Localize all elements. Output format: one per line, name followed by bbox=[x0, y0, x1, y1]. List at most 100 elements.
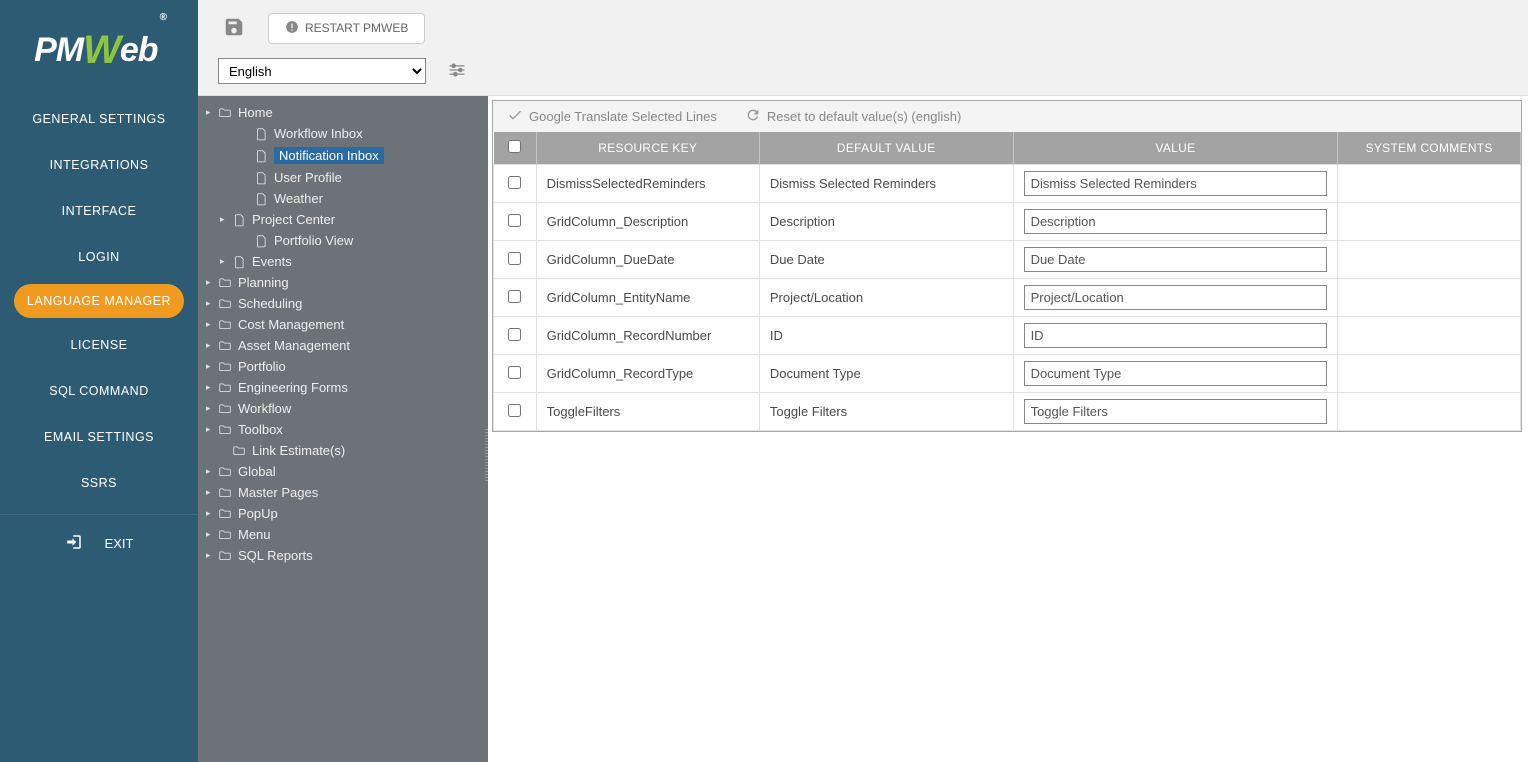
cell-value bbox=[1013, 393, 1338, 431]
tree-node-notification-inbox[interactable]: Notification Inbox bbox=[198, 144, 488, 167]
nav-item-general-settings[interactable]: GENERAL SETTINGS bbox=[0, 96, 198, 142]
header-resource-key[interactable]: RESOURCE KEY bbox=[536, 132, 759, 165]
restart-pmweb-button[interactable]: RESTART PMWEB bbox=[268, 13, 425, 44]
resizer-handle[interactable] bbox=[485, 429, 488, 483]
tree-node-engineering-forms[interactable]: ▸Engineering Forms bbox=[198, 377, 488, 398]
tree-node-link-estimate-s-[interactable]: Link Estimate(s) bbox=[198, 440, 488, 461]
row-checkbox[interactable] bbox=[508, 290, 521, 303]
cell-resource-key: GridColumn_RecordNumber bbox=[536, 317, 759, 355]
tree-node-master-pages[interactable]: ▸ Master Pages bbox=[198, 482, 488, 503]
tree-node-portfolio[interactable]: ▸Portfolio bbox=[198, 356, 488, 377]
folder-icon bbox=[218, 402, 232, 416]
nav-item-sql-command[interactable]: SQL COMMAND bbox=[0, 368, 198, 414]
row-checkbox[interactable] bbox=[508, 252, 521, 265]
header-value[interactable]: VALUE bbox=[1013, 132, 1338, 165]
value-input[interactable] bbox=[1024, 361, 1328, 386]
cell-default-value: Toggle Filters bbox=[759, 393, 1013, 431]
tree-label: SQL Reports bbox=[238, 548, 313, 563]
tree-label: Engineering Forms bbox=[238, 380, 348, 395]
alert-icon bbox=[285, 20, 299, 37]
header-default-value[interactable]: DEFAULT VALUE bbox=[759, 132, 1013, 165]
tree-label: Portfolio bbox=[238, 359, 286, 374]
row-checkbox[interactable] bbox=[508, 214, 521, 227]
row-checkbox[interactable] bbox=[508, 366, 521, 379]
file-icon bbox=[254, 171, 268, 185]
grid-row: GridColumn_RecordTypeDocument Type bbox=[494, 355, 1521, 393]
logo-w: W bbox=[83, 28, 120, 73]
folder-icon bbox=[218, 297, 232, 311]
cell-system-comments bbox=[1338, 393, 1521, 431]
nav-item-license[interactable]: LICENSE bbox=[0, 322, 198, 368]
tree-label: PopUp bbox=[238, 506, 278, 521]
tree-node-planning[interactable]: ▸Planning bbox=[198, 272, 488, 293]
tree-panel: ▸HomeWorkflow InboxNotification Inbox Use… bbox=[198, 96, 488, 762]
tree-label: User Profile bbox=[274, 170, 342, 185]
grid-row: GridColumn_EntityNameProject/Location bbox=[494, 279, 1521, 317]
reset-defaults-button[interactable]: Reset to default value(s) (english) bbox=[745, 107, 961, 126]
save-button[interactable] bbox=[218, 12, 250, 44]
google-translate-button[interactable]: Google Translate Selected Lines bbox=[507, 107, 717, 126]
cell-system-comments bbox=[1338, 317, 1521, 355]
nav-item-login[interactable]: LOGIN bbox=[0, 234, 198, 280]
tree-node-global[interactable]: ▸ Global bbox=[198, 461, 488, 482]
tree-node-popup[interactable]: ▸ PopUp bbox=[198, 503, 488, 524]
caret-icon: ▸ bbox=[206, 508, 216, 519]
reset-label: Reset to default value(s) (english) bbox=[767, 109, 961, 124]
tree-node-cost-management[interactable]: ▸Cost Management bbox=[198, 314, 488, 335]
nav-item-language-manager[interactable]: LANGUAGE MANAGER bbox=[14, 284, 184, 318]
nav-item-integrations[interactable]: INTEGRATIONS bbox=[0, 142, 198, 188]
cell-default-value: Project/Location bbox=[759, 279, 1013, 317]
settings-sliders-button[interactable] bbox=[444, 58, 470, 84]
value-input[interactable] bbox=[1024, 399, 1328, 424]
value-input[interactable] bbox=[1024, 247, 1328, 272]
tree-node-workflow[interactable]: ▸Workflow bbox=[198, 398, 488, 419]
caret-icon: ▸ bbox=[220, 256, 230, 267]
value-input[interactable] bbox=[1024, 285, 1328, 310]
value-input[interactable] bbox=[1024, 171, 1328, 196]
nav-item-interface[interactable]: INTERFACE bbox=[0, 188, 198, 234]
nav-item-email-settings[interactable]: EMAIL SETTINGS bbox=[0, 414, 198, 460]
select-all-checkbox[interactable] bbox=[508, 140, 521, 153]
cell-system-comments bbox=[1338, 279, 1521, 317]
row-checkbox[interactable] bbox=[508, 404, 521, 417]
value-input[interactable] bbox=[1024, 323, 1328, 348]
tree-node-weather[interactable]: Weather bbox=[198, 188, 488, 209]
grid-wrap: Google Translate Selected Lines Reset to… bbox=[492, 100, 1522, 432]
tree-node-menu[interactable]: ▸Menu bbox=[198, 524, 488, 545]
caret-icon: ▸ bbox=[206, 487, 216, 498]
row-checkbox[interactable] bbox=[508, 328, 521, 341]
tree-node-toolbox[interactable]: ▸Toolbox bbox=[198, 419, 488, 440]
exit-icon bbox=[65, 533, 83, 554]
value-input[interactable] bbox=[1024, 209, 1328, 234]
exit-button[interactable]: EXIT bbox=[0, 514, 198, 572]
language-select[interactable]: English bbox=[218, 58, 426, 84]
header-system-comments[interactable]: SYSTEM COMMENTS bbox=[1338, 132, 1521, 165]
tree-node-workflow-inbox[interactable]: Workflow Inbox bbox=[198, 123, 488, 144]
caret-icon: ▸ bbox=[206, 466, 216, 477]
cell-value bbox=[1013, 203, 1338, 241]
tree-label: Global bbox=[238, 464, 276, 479]
caret-icon: ▸ bbox=[206, 424, 216, 435]
row-checkbox[interactable] bbox=[508, 176, 521, 189]
nav-item-ssrs[interactable]: SSRS bbox=[0, 460, 198, 506]
tree-node-project-center[interactable]: ▸Project Center bbox=[198, 209, 488, 230]
folder-icon bbox=[232, 444, 246, 458]
tree-node-sql-reports[interactable]: ▸ SQL Reports bbox=[198, 545, 488, 566]
tree-node-events[interactable]: ▸Events bbox=[198, 251, 488, 272]
cell-system-comments bbox=[1338, 165, 1521, 203]
tree-node-home[interactable]: ▸Home bbox=[198, 102, 488, 123]
file-icon bbox=[254, 149, 268, 163]
caret-icon: ▸ bbox=[206, 298, 216, 309]
tree-node-user-profile[interactable]: User Profile bbox=[198, 167, 488, 188]
folder-icon bbox=[218, 318, 232, 332]
tree-node-scheduling[interactable]: ▸Scheduling bbox=[198, 293, 488, 314]
tree-label: Menu bbox=[238, 527, 271, 542]
tree-label: Master Pages bbox=[238, 485, 318, 500]
cell-default-value: Description bbox=[759, 203, 1013, 241]
caret-icon: ▸ bbox=[206, 550, 216, 561]
tree-node-asset-management[interactable]: ▸Asset Management bbox=[198, 335, 488, 356]
logo-part2: eb bbox=[120, 31, 158, 69]
tree-label: Workflow bbox=[238, 401, 291, 416]
logo-part1: PM bbox=[34, 31, 83, 69]
tree-node-portfolio-view[interactable]: Portfolio View bbox=[198, 230, 488, 251]
